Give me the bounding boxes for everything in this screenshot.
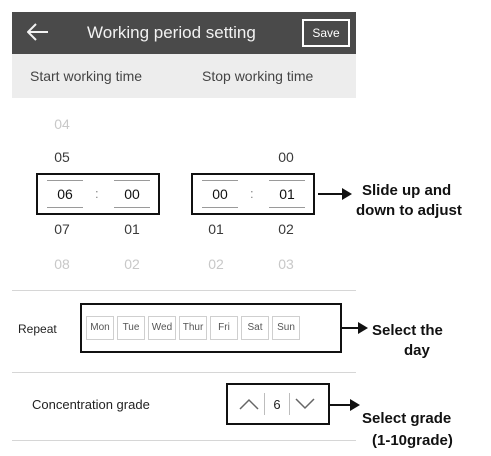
slide-annotation-line1: Slide up and [362,182,452,199]
start-hour-option[interactable]: 04 [42,116,82,132]
start-hour-option[interactable]: 05 [42,149,82,165]
stop-hour-selected[interactable]: 00 [202,180,238,208]
grade-stepper: 6 [226,383,330,425]
day-toggle-mon[interactable]: Mon [86,316,114,340]
day-toggle-tue[interactable]: Tue [117,316,145,340]
day-toggle-fri[interactable]: Fri [210,316,238,340]
start-minute-option[interactable]: 02 [112,256,152,272]
day-toggle-wed[interactable]: Wed [148,316,176,340]
annotation-arrowhead-icon [342,188,352,200]
back-arrow-icon[interactable] [26,20,50,44]
day-toggle-sun[interactable]: Sun [272,316,300,340]
stop-minute-option[interactable]: 02 [266,221,306,237]
start-hour-option[interactable]: 07 [42,221,82,237]
time-separator: : [250,186,254,201]
grade-value: 6 [273,396,281,412]
stop-minute-option[interactable]: 03 [266,256,306,272]
stop-hour-option[interactable]: 01 [196,221,236,237]
start-hour-option[interactable]: 08 [42,256,82,272]
annotation-arrowhead-icon [358,322,368,334]
grade-annotation-line1: Select grade [362,410,452,427]
annotation-arrow [318,193,344,195]
day-toggle-sat[interactable]: Sat [241,316,269,340]
grade-annotation-line2: (1-10grade) [372,432,453,449]
concentration-grade-label: Concentration grade [32,397,150,412]
annotation-arrowhead-icon [350,399,360,411]
save-button[interactable]: Save [302,19,350,47]
stop-minute-selected[interactable]: 01 [269,180,305,208]
start-hour-selected[interactable]: 06 [47,180,83,208]
repeat-days-group: Mon Tue Wed Thur Fri Sat Sun [80,303,342,353]
chevron-down-icon [295,398,315,410]
stop-minute-option[interactable]: 00 [266,149,306,165]
start-working-time-label: Start working time [30,68,143,84]
start-time-selection[interactable]: 06 : 00 [36,173,160,215]
grade-increase-button[interactable] [234,390,264,418]
start-minute-option[interactable]: 01 [112,221,152,237]
repeat-label: Repeat [18,322,57,336]
day-toggle-thur[interactable]: Thur [179,316,207,340]
divider [12,290,356,291]
day-annotation-line1: Select the [372,322,443,339]
divider [12,372,356,373]
column-labels-bar: Start working time Stop working time [12,54,356,98]
app-header: Working period setting Save [12,12,356,54]
start-minute-selected[interactable]: 00 [114,180,150,208]
time-separator: : [95,186,99,201]
day-annotation-line2: day [404,342,430,359]
stop-working-time-label: Stop working time [202,68,314,84]
slide-annotation-line2: down to adjust [356,202,462,219]
chevron-up-icon [239,398,259,410]
annotation-arrow [330,404,352,406]
stop-hour-option[interactable]: 02 [196,256,236,272]
divider [12,440,356,441]
page-title: Working period setting [87,23,256,42]
stop-time-selection[interactable]: 00 : 01 [191,173,315,215]
grade-decrease-button[interactable] [290,390,320,418]
